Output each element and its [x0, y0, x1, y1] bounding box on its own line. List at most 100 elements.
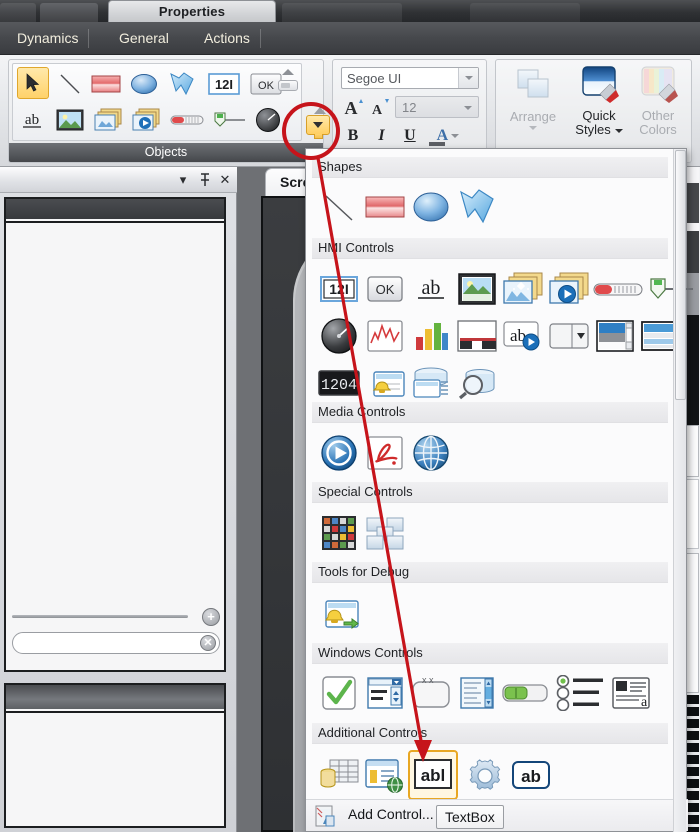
shrink-font-button[interactable]: A	[369, 94, 393, 118]
slider-icon[interactable]	[211, 104, 247, 136]
gallery-scroll-thumb[interactable]	[278, 80, 298, 91]
flyout-scroll-thumb[interactable]	[675, 150, 686, 400]
section-header-hmi-controls-label: HMI Controls	[318, 240, 394, 255]
numeric-updown-icon[interactable]	[362, 670, 408, 716]
text-field-icon[interactable]: ab	[408, 266, 454, 312]
chevron-down-icon[interactable]	[458, 68, 478, 88]
rectangle-tool-icon[interactable]	[91, 68, 121, 100]
screen-window-icon[interactable]	[362, 510, 408, 556]
graphic-io-field-icon[interactable]	[93, 104, 123, 136]
polygon-tool-icon[interactable]	[167, 68, 197, 100]
objects-gallery[interactable]: 12I OK ab	[12, 63, 302, 141]
symbolic-io-field-icon[interactable]	[454, 313, 500, 359]
dock-panel-upper-body[interactable]: + ✕	[6, 221, 224, 670]
svg-text:12I: 12I	[329, 281, 348, 297]
tab-properties[interactable]: Properties	[108, 0, 276, 22]
list-view-icon[interactable]	[454, 670, 500, 716]
add-control-label[interactable]: Add Control...	[348, 806, 434, 822]
ribbon-tab-actions[interactable]: Actions	[193, 22, 261, 55]
add-button[interactable]: +	[202, 608, 220, 626]
line-shape-icon[interactable]	[316, 184, 362, 230]
check-box-icon[interactable]	[316, 670, 362, 716]
gallery-scroll-up-icon[interactable]	[314, 107, 326, 114]
font-color-button[interactable]: A	[426, 124, 460, 148]
io-field-icon[interactable]: 12I	[207, 68, 241, 100]
section-header-shapes: Shapes	[312, 157, 668, 178]
graphic-view-icon[interactable]	[454, 266, 500, 312]
more-objects-dropdown-button[interactable]	[306, 107, 330, 139]
dock-panel-titlebar: ▾ ✕	[0, 167, 237, 193]
font-size-combobox[interactable]: 12	[395, 96, 479, 118]
ellipse-shape-icon[interactable]	[408, 184, 454, 230]
other-colors-button[interactable]: Other Colors	[627, 64, 689, 142]
graphic-view-icon[interactable]	[55, 104, 85, 136]
graphic-io-field-icon[interactable]	[500, 266, 546, 312]
dock-panel-lower-body[interactable]	[6, 711, 224, 826]
dock-panel-lower-header	[6, 685, 224, 709]
list-box-icon[interactable]	[546, 313, 592, 359]
recipe-view-icon[interactable]	[408, 360, 454, 406]
textbox-icon[interactable]: abl	[408, 750, 458, 800]
button-icon[interactable]: OK	[362, 266, 408, 312]
dock-panel-upper-header	[6, 199, 224, 219]
pin-icon[interactable]	[196, 171, 214, 189]
digital-display-icon[interactable]: 1204	[316, 360, 362, 406]
bar-indicator-icon[interactable]	[169, 104, 205, 136]
slider-icon[interactable]	[646, 266, 696, 312]
trend-view-icon[interactable]	[362, 313, 408, 359]
bold-button[interactable]: B	[341, 124, 365, 148]
media-play-icon[interactable]	[316, 430, 362, 476]
flyout-scrollbar[interactable]	[673, 149, 686, 832]
bar-chart-icon[interactable]	[408, 313, 454, 359]
gear-control-icon[interactable]	[462, 753, 508, 799]
alarm-debug-icon[interactable]	[316, 590, 362, 636]
search-input[interactable]: ✕	[12, 632, 220, 654]
text-field-ab-icon[interactable]: ab	[17, 104, 47, 136]
ribbon-group-objects: 12I OK ab Objects	[8, 59, 330, 163]
polygon-shape-icon[interactable]	[454, 184, 500, 230]
rounded-rect-icon[interactable]: x x	[408, 670, 454, 716]
media-player-icon[interactable]	[546, 266, 592, 312]
arrange-button[interactable]: Arrange	[502, 64, 564, 142]
browser-globe-icon[interactable]	[408, 430, 454, 476]
ribbon-tab-general[interactable]: General	[108, 22, 180, 55]
italic-button[interactable]: I	[369, 124, 393, 148]
underline-button[interactable]: U	[398, 124, 422, 148]
add-control-icon[interactable]	[314, 804, 340, 832]
text-switch-icon[interactable]: ab	[500, 313, 546, 359]
objects-gallery-scrollbar[interactable]	[277, 67, 299, 141]
ribbon-group-objects-title: Objects	[9, 143, 323, 162]
keyboard-matrix-icon[interactable]	[316, 510, 362, 556]
data-lookup-icon[interactable]	[454, 360, 500, 406]
ribbon-tab-dynamics[interactable]: Dynamics	[6, 22, 90, 55]
divider	[12, 615, 188, 618]
ellipse-tool-icon[interactable]	[129, 68, 159, 100]
pointer-tool-icon[interactable]	[17, 67, 49, 99]
chevron-down-icon[interactable]	[529, 126, 537, 130]
ab-control-icon[interactable]: ab	[508, 753, 554, 799]
label-panel-icon[interactable]: a	[608, 670, 654, 716]
data-grid-icon[interactable]	[316, 753, 362, 799]
bar-icon[interactable]	[592, 266, 644, 312]
radio-button-group-icon[interactable]	[554, 670, 606, 716]
gauge-icon[interactable]	[316, 313, 362, 359]
rectangle-shape-icon[interactable]	[362, 184, 408, 230]
font-name-combobox[interactable]: Segoe UI	[341, 67, 479, 89]
chevron-down-icon[interactable]: ▾	[174, 171, 192, 189]
media-player-icon[interactable]	[131, 104, 161, 136]
web-control-icon[interactable]	[362, 753, 408, 799]
toggle-switch-icon[interactable]	[500, 670, 550, 716]
quick-styles-button[interactable]: Quick Styles	[568, 64, 630, 142]
close-icon[interactable]: ✕	[216, 171, 234, 189]
line-tool-icon[interactable]	[55, 68, 85, 100]
pdf-view-icon[interactable]	[362, 430, 408, 476]
io-field-icon[interactable]: 12I	[316, 266, 362, 312]
clear-icon[interactable]: ✕	[200, 635, 216, 651]
alarm-view-icon[interactable]	[362, 360, 408, 406]
chevron-down-icon[interactable]	[464, 106, 472, 110]
gallery-scroll-up-icon[interactable]	[282, 69, 294, 75]
grow-font-button[interactable]: A	[343, 94, 367, 118]
chevron-down-icon[interactable]	[614, 128, 623, 133]
ribbon-tab-dynamics-label: Dynamics	[17, 30, 79, 46]
scroll-bar-icon[interactable]	[592, 313, 638, 359]
